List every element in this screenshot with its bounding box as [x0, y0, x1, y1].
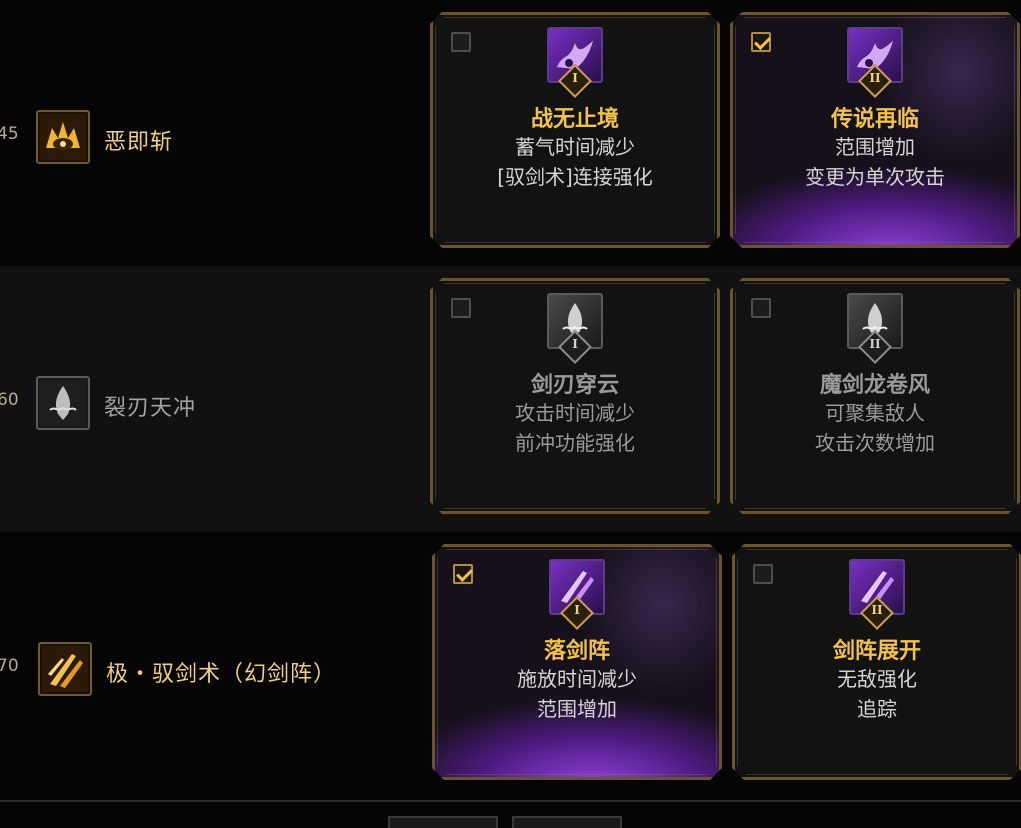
option-desc-line: 可聚集敌人 — [825, 401, 925, 425]
skill-name: 恶即斩 — [104, 130, 174, 155]
option-card-tier-2[interactable]: II 魔剑龙卷风 可聚集敌人 攻击次数增加 — [730, 278, 1020, 514]
tier-label: II — [869, 71, 881, 85]
skill-name: 极・驭剑术（幻剑阵） — [106, 662, 337, 687]
tier-label: I — [572, 71, 578, 85]
skill-row-45: 45 恶即斩 I 战无止境 蓄气时间减少 [驭剑术]连接强化 II 传说再临 范… — [0, 0, 1021, 266]
golden-blade-eye-icon[interactable] — [36, 110, 90, 164]
tier-label: II — [869, 337, 881, 351]
skill-level: 45 — [0, 124, 19, 144]
option-desc-line: 变更为单次攻击 — [805, 165, 945, 189]
option-card-tier-2[interactable]: II 剑阵展开 无敌强化 追踪 — [732, 544, 1021, 780]
option-title: 剑阵展开 — [832, 638, 921, 664]
option-desc-line: 追踪 — [857, 697, 897, 721]
option-title: 剑刃穿云 — [530, 372, 619, 398]
option-desc-line: 蓄气时间减少 — [515, 135, 635, 159]
skill-row-60: 60 裂刃天冲 I 剑刃穿云 攻击时间减少 前冲功能强化 II 魔剑龙卷风 可聚… — [0, 266, 1021, 532]
skill-row-70: 70 极・驭剑术（幻剑阵） I 落剑阵 施放时间减少 范围增加 II 剑阵展开 … — [0, 532, 1021, 800]
option-checkbox-checked[interactable] — [453, 564, 473, 584]
option-checkbox[interactable] — [751, 298, 771, 318]
tier-label: I — [572, 337, 578, 351]
option-checkbox[interactable] — [451, 298, 471, 318]
tier-label: I — [574, 603, 580, 617]
option-title: 传说再临 — [830, 106, 919, 132]
skill-level: 60 — [0, 390, 19, 410]
bottom-divider — [0, 800, 1021, 802]
option-checkbox[interactable] — [451, 32, 471, 52]
option-card-tier-1[interactable]: I 战无止境 蓄气时间减少 [驭剑术]连接强化 — [430, 12, 720, 248]
rising-blade-icon[interactable] — [36, 376, 90, 430]
option-title: 战无止境 — [530, 106, 619, 132]
option-card-tier-1[interactable]: I 剑刃穿云 攻击时间减少 前冲功能强化 — [430, 278, 720, 514]
option-desc-line: 攻击次数增加 — [815, 431, 935, 455]
option-desc-line: [驭剑术]连接强化 — [497, 165, 653, 189]
option-card-tier-1[interactable]: I 落剑阵 施放时间减少 范围增加 — [432, 544, 722, 780]
option-desc-line: 范围增加 — [537, 697, 617, 721]
sword-rain-icon[interactable] — [38, 642, 92, 696]
skill-level: 70 — [0, 656, 19, 676]
tier-label: II — [871, 603, 883, 617]
option-desc-line: 攻击时间减少 — [515, 401, 635, 425]
option-card-tier-2[interactable]: II 传说再临 范围增加 变更为单次攻击 — [730, 12, 1020, 248]
skill-name: 裂刃天冲 — [104, 396, 197, 421]
option-checkbox-checked[interactable] — [751, 32, 771, 52]
option-desc-line: 施放时间减少 — [517, 667, 637, 691]
option-title: 落剑阵 — [543, 638, 610, 664]
option-desc-line: 无敌强化 — [837, 667, 917, 691]
bottom-button-left[interactable] — [388, 816, 498, 828]
option-checkbox[interactable] — [753, 564, 773, 584]
option-desc-line: 前冲功能强化 — [515, 431, 635, 455]
option-desc-line: 范围增加 — [835, 135, 915, 159]
option-title: 魔剑龙卷风 — [819, 372, 930, 398]
bottom-button-right[interactable] — [512, 816, 622, 828]
